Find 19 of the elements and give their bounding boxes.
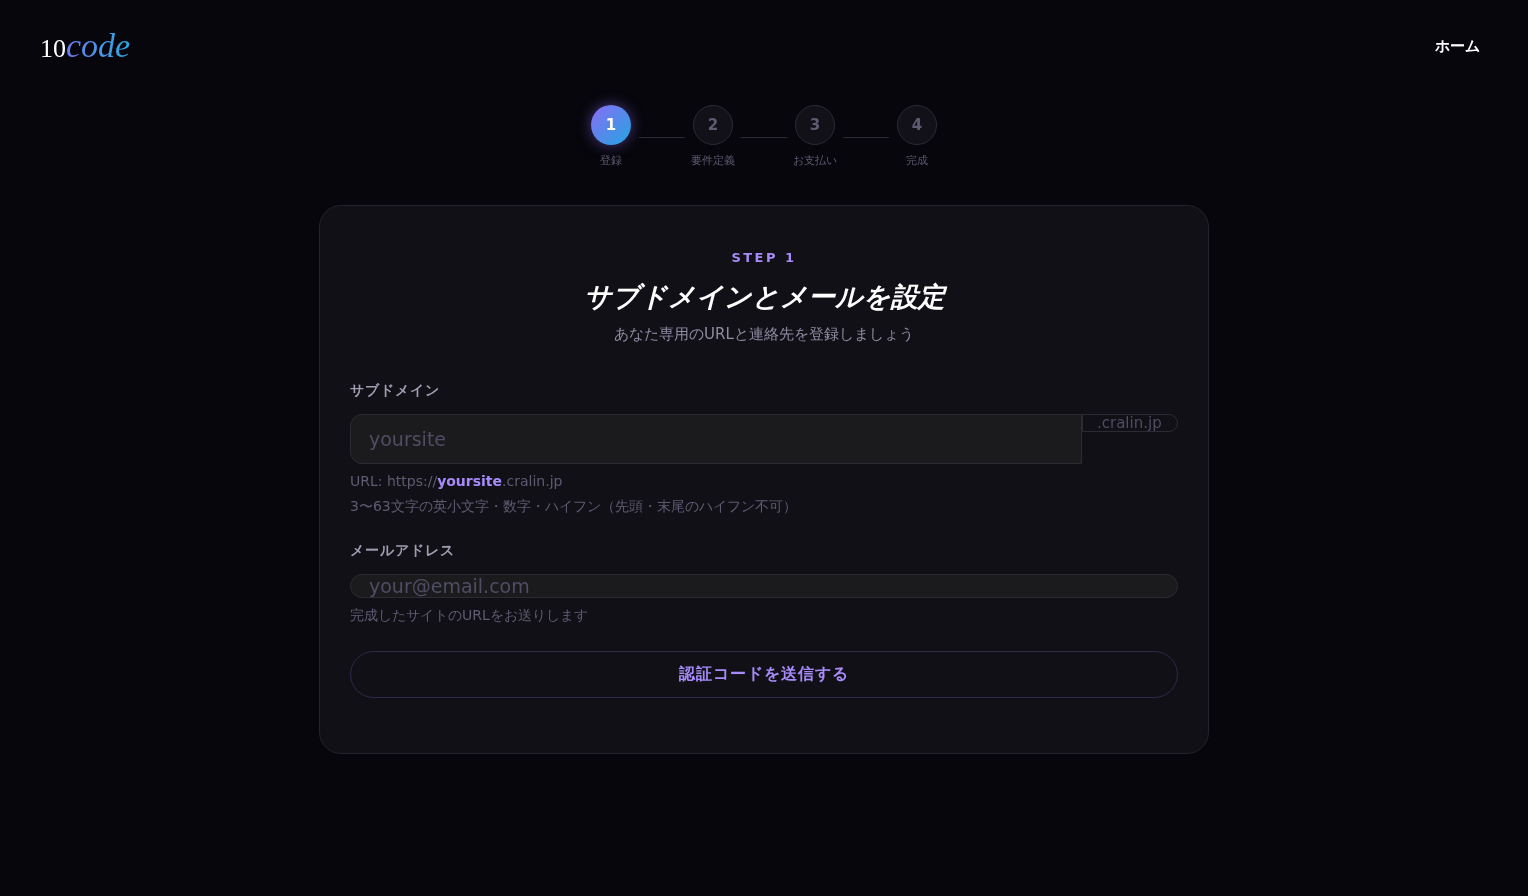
subdomain-field[interactable]: yoursite bbox=[350, 414, 1082, 464]
step-label: 要件定義 bbox=[691, 153, 735, 168]
field-hint: URL: https://yoursite.cralin.jp bbox=[350, 473, 564, 489]
step-label: お支払い bbox=[793, 153, 837, 168]
form-title: サブドメインとメールを設定 bbox=[582, 280, 948, 314]
home-link[interactable]: ホーム bbox=[1435, 36, 1480, 56]
step-circle: 4 bbox=[897, 105, 937, 145]
step-circle: 1 bbox=[591, 105, 631, 145]
field-hint: 3〜63文字の英小文字・数字・ハイフン（先頭・末尾のハイフン不可） bbox=[350, 498, 798, 516]
field-label: メールアドレス bbox=[350, 542, 456, 560]
step-eyebrow: STEP 1 bbox=[730, 250, 798, 265]
form-subtitle: あなた専用のURLと連絡先を登録しましょう bbox=[613, 325, 915, 344]
step-label: 完成 bbox=[906, 153, 928, 168]
step-circle: 2 bbox=[693, 105, 733, 145]
field-label: サブドメイン bbox=[350, 382, 441, 400]
step-circle: 3 bbox=[795, 105, 835, 145]
step-label: 登録 bbox=[600, 153, 622, 168]
field-hint: 完成したサイトのURLをお送りします bbox=[350, 607, 589, 625]
email-field[interactable]: your@email.com bbox=[350, 574, 1178, 598]
